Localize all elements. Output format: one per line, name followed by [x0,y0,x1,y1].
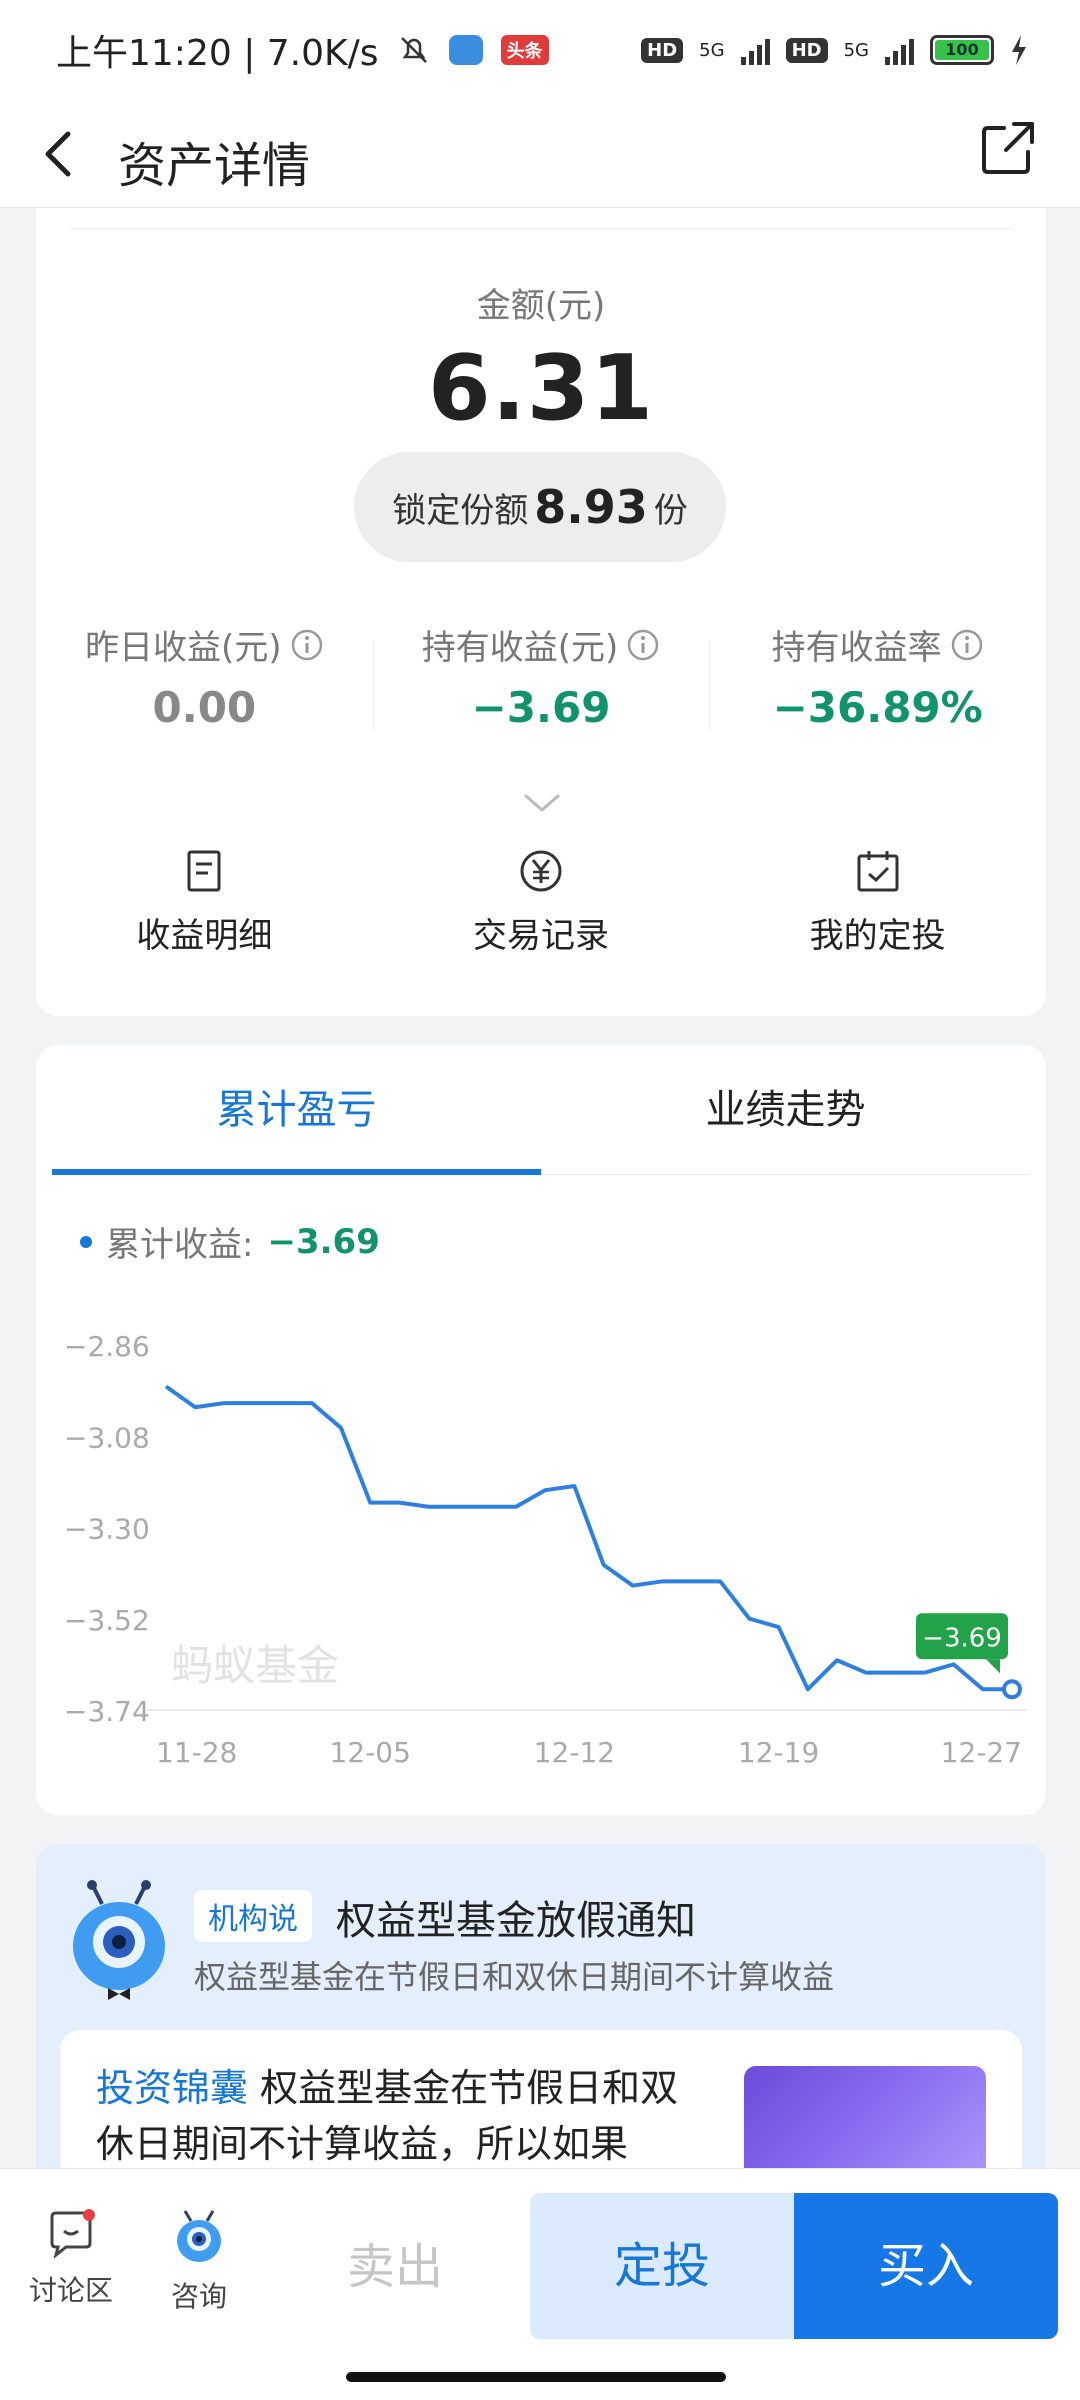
notice-subtitle: 权益型基金在节假日和双休日期间不计算收益 [194,1958,835,1996]
home-indicator [346,2372,726,2382]
action-label: 我的定投 [809,916,946,956]
bottom-action-bar: 讨论区 咨询 卖出 定投 买入 [0,2168,1080,2400]
article-keyword: 投资锦囊 [96,2066,249,2110]
toutiao-icon: 头条 [500,35,549,65]
notice-tag: 机构说 [194,1890,312,1942]
document-icon [187,850,221,892]
y-tick-label: −3.52 [64,1604,150,1637]
stat-value: 0.00 [152,683,257,732]
chevron-down-icon[interactable] [522,792,562,816]
back-arrow-icon[interactable] [38,122,78,186]
consult-label: 咨询 [170,2280,227,2313]
auto-invest-button[interactable]: 定投 [530,2193,794,2339]
stat-label: 持有收益率 [771,628,942,668]
app-notification-icon [448,35,483,65]
share-icon[interactable] [974,114,1042,182]
signal-icon [740,35,770,65]
amount-value: 6.31 [427,336,655,441]
network-type-2: 5G [843,39,869,61]
x-tick-label: 12-19 [738,1736,819,1769]
divider [70,228,1012,229]
ant-mascot-icon [177,2210,221,2262]
y-tick-label: −3.74 [64,1695,150,1728]
battery-level: 100 [935,40,989,60]
consult-button[interactable]: 咨询 [144,2209,254,2315]
buy-button[interactable]: 买入 [794,2193,1058,2339]
actions-row: 收益明细 交易记录 我的定投 [36,848,1046,968]
cumulative-pnl-chart[interactable]: −2.86 −3.08 −3.30 −3.52 −3.7411-28 12-05 12-12… [36,1045,1046,1815]
asset-card: 金额(元) 6.31 锁定份额 8.93 份 昨日收益(元) 0.00 持有收益… [36,208,1046,1016]
stat-holding-rate: 持有收益率 −36.89% [709,620,1046,740]
action-label: 交易记录 [473,916,609,956]
yen-circle-icon [520,850,562,892]
stat-yesterday-income: 昨日收益(元) 0.00 [36,620,373,740]
stat-holding-income: 持有收益(元) −3.69 [372,620,710,740]
chat-icon [50,2209,95,2259]
info-icon[interactable] [950,628,984,662]
hd-badge-1: HD [641,37,684,63]
charging-icon [1012,35,1026,65]
discuss-button[interactable]: 讨论区 [16,2209,126,2309]
page-title: 资产详情 [118,138,311,194]
chart-watermark: 蚂蚁基金 [171,1641,339,1690]
hd-badge-2: HD [785,37,828,63]
x-tick-label: 12-05 [330,1736,411,1769]
locked-shares-label: 锁定份额 [392,490,529,531]
battery-icon: 100 [930,35,994,65]
calendar-check-icon [857,851,899,892]
sell-button[interactable]: 卖出 [300,2195,490,2339]
signal-icon [885,35,914,65]
locked-shares-value: 8.93 [534,480,648,534]
stats-row: 昨日收益(元) 0.00 持有收益(元) −3.69 持有收益率 −36.89% [36,620,1046,740]
value-badge-pointer [986,1659,1000,1674]
my-auto-invest-button[interactable]: 我的定投 [709,848,1046,968]
x-tick-label: 12-27 [941,1736,1022,1769]
ant-mascot-icon [73,1880,165,2000]
x-tick-label: 11-28 [156,1736,237,1769]
status-bar: 上午11:20 | 7.0K/s 头条 HD 5G HD 5G 100 [0,0,1080,100]
y-tick-label: −2.86 [64,1330,150,1363]
last-point-marker [1002,1679,1022,1700]
chart-card: 累计盈亏 业绩走势 累计收益: −3.69 −2.86 −3.08 −3.30 −3.… [36,1045,1046,1815]
value-badge-label: −3.69 [922,1623,1002,1653]
notice-title: 权益型基金放假通知 [336,1898,696,1944]
network-type-1: 5G [699,39,725,61]
transaction-records-button[interactable]: 交易记录 [373,848,710,968]
x-tick-label: 12-12 [534,1736,615,1769]
info-icon[interactable] [290,628,324,662]
discuss-label: 讨论区 [28,2274,113,2307]
stat-value: −36.89% [772,683,983,732]
y-tick-label: −3.08 [64,1421,150,1454]
stat-label: 昨日收益(元) [85,628,282,668]
stat-value: −3.69 [471,683,611,732]
locked-shares-unit: 份 [653,490,688,531]
y-tick-label: −3.30 [64,1513,150,1546]
action-label: 收益明细 [136,916,273,956]
nav-bar: 资产详情 [0,100,1080,208]
info-icon[interactable] [626,628,660,662]
income-detail-button[interactable]: 收益明细 [36,848,373,968]
status-time: 上午11:20 | 7.0K/s [56,33,379,74]
stat-label: 持有收益(元) [421,628,619,668]
mute-bell-icon [400,37,427,63]
locked-shares-pill: 锁定份额 8.93 份 [354,452,726,562]
amount-label: 金额(元) [476,286,606,326]
